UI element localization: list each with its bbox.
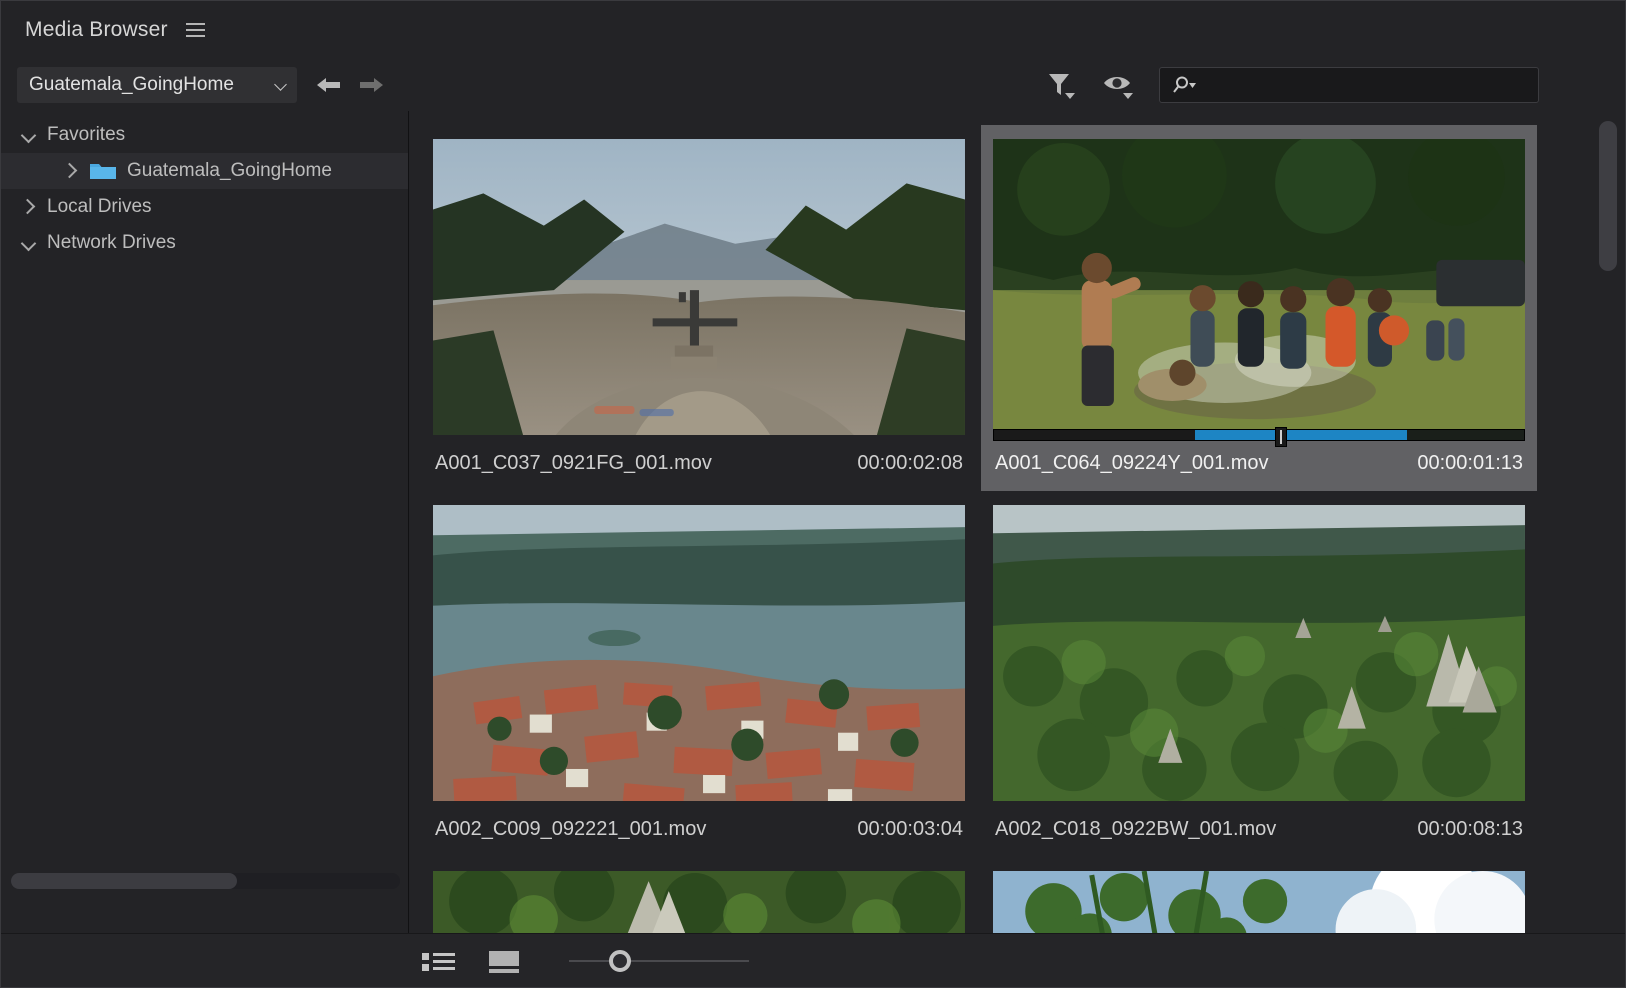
scrub-playhead[interactable] xyxy=(1275,427,1287,447)
panel-body: Favorites Guatemala_GoingHome Local Driv… xyxy=(1,111,1625,933)
sidebar-item-network-drives[interactable]: Network Drives xyxy=(1,225,408,261)
hilltop-cross-thumbnail-image xyxy=(433,139,965,435)
media-duration: 00:00:08:13 xyxy=(1417,818,1523,841)
scrub-bar[interactable] xyxy=(993,429,1525,441)
scrub-segment-played-2 xyxy=(1275,430,1408,440)
aerial-lakeside-town-thumbnail-image xyxy=(433,505,965,801)
toolbar: Guatemala_GoingHome xyxy=(1,59,1625,111)
toolbar-right-group xyxy=(409,67,1625,103)
list-view-icon[interactable] xyxy=(419,945,459,977)
thumbnail[interactable] xyxy=(993,505,1525,801)
sidebar-item-guatemala-goinghome[interactable]: Guatemala_GoingHome xyxy=(1,153,408,189)
aerial-jungle-ruins-thumbnail-image xyxy=(993,505,1525,801)
sidebar-item-label: Local Drives xyxy=(47,196,152,218)
slider-track xyxy=(569,960,749,962)
thumbnail[interactable] xyxy=(433,871,965,933)
nav-arrows xyxy=(315,75,385,95)
sidebar-item-favorites[interactable]: Favorites xyxy=(1,117,408,153)
search-icon xyxy=(1172,75,1200,95)
chevron-down-icon xyxy=(275,79,287,91)
media-grid-scroll: A001_C037_0921FG_001.mov 00:00:02:08 xyxy=(409,111,1625,933)
scrollbar-thumb[interactable] xyxy=(11,873,237,889)
search-input[interactable] xyxy=(1206,77,1530,94)
path-dropdown[interactable]: Guatemala_GoingHome xyxy=(17,67,297,103)
chevron-down-icon[interactable] xyxy=(19,125,39,145)
sidebar: Favorites Guatemala_GoingHome Local Driv… xyxy=(1,111,409,933)
hamburger-icon[interactable] xyxy=(184,21,207,39)
folder-tree: Favorites Guatemala_GoingHome Local Driv… xyxy=(1,111,408,933)
media-card[interactable]: A002_C018_0922BW_001.mov 00:00:08:13 xyxy=(981,491,1537,857)
media-card-meta: A002_C018_0922BW_001.mov 00:00:08:13 xyxy=(993,801,1525,857)
thumbnail-view-icon[interactable] xyxy=(485,945,525,977)
media-grid-panel: A001_C037_0921FG_001.mov 00:00:02:08 xyxy=(409,111,1625,933)
slider-handle[interactable] xyxy=(609,950,631,972)
bottom-toolbar xyxy=(1,933,1625,987)
sky-clouds-foliage-thumbnail-image xyxy=(993,871,1525,933)
media-duration: 00:00:03:04 xyxy=(857,818,963,841)
thumbnail[interactable] xyxy=(433,139,965,435)
media-filename: A002_C018_0922BW_001.mov xyxy=(995,818,1276,841)
media-browser-panel: Media Browser Guatemala_GoingHome xyxy=(0,0,1626,988)
folder-icon xyxy=(89,160,119,182)
children-playing-water-thumbnail-image xyxy=(993,139,1525,435)
thumbnail[interactable] xyxy=(993,871,1525,933)
media-grid: A001_C037_0921FG_001.mov 00:00:02:08 xyxy=(421,125,1625,933)
media-card[interactable] xyxy=(981,857,1537,933)
eye-icon[interactable] xyxy=(1101,68,1137,102)
media-card-meta: A001_C064_09224Y_001.mov 00:00:01:13 xyxy=(993,435,1525,491)
jungle-stone-ruin-thumbnail-image xyxy=(433,871,965,933)
sidebar-horizontal-scrollbar[interactable] xyxy=(11,873,400,889)
thumbnail[interactable] xyxy=(993,139,1525,435)
filter-funnel-icon[interactable] xyxy=(1043,68,1079,102)
scrub-segment-played xyxy=(1195,430,1275,440)
panel-title-bar: Media Browser xyxy=(1,1,1625,59)
media-card-selected[interactable]: A001_C064_09224Y_001.mov 00:00:01:13 xyxy=(981,125,1537,491)
chevron-right-icon[interactable] xyxy=(61,161,81,181)
path-navigation-group: Guatemala_GoingHome xyxy=(1,67,409,103)
sidebar-item-label: Guatemala_GoingHome xyxy=(127,160,332,182)
media-filename: A001_C037_0921FG_001.mov xyxy=(435,452,712,475)
media-card[interactable]: A002_C009_092221_001.mov 00:00:03:04 xyxy=(421,491,977,857)
chevron-down-icon[interactable] xyxy=(19,233,39,253)
search-field[interactable] xyxy=(1159,67,1539,103)
back-arrow-icon[interactable] xyxy=(315,75,343,95)
forward-arrow-icon[interactable] xyxy=(357,75,385,95)
thumbnail[interactable] xyxy=(433,505,965,801)
scrollbar-thumb[interactable] xyxy=(1599,121,1617,271)
scrub-segment-unplayed xyxy=(994,430,1195,440)
sidebar-item-label: Network Drives xyxy=(47,232,176,254)
media-duration: 00:00:01:13 xyxy=(1417,452,1523,475)
media-card[interactable]: A001_C037_0921FG_001.mov 00:00:02:08 xyxy=(421,125,977,491)
media-card-meta: A002_C009_092221_001.mov 00:00:03:04 xyxy=(433,801,965,857)
media-card[interactable] xyxy=(421,857,977,933)
path-dropdown-label: Guatemala_GoingHome xyxy=(29,74,234,96)
grid-vertical-scrollbar[interactable] xyxy=(1599,121,1617,927)
media-filename: A001_C064_09224Y_001.mov xyxy=(995,452,1269,475)
page-title: Media Browser xyxy=(25,18,168,42)
thumbnail-size-slider[interactable] xyxy=(569,947,749,975)
view-controls xyxy=(409,945,749,977)
scrub-segment-remaining xyxy=(1407,430,1524,440)
sidebar-item-label: Favorites xyxy=(47,124,125,146)
media-card-meta: A001_C037_0921FG_001.mov 00:00:02:08 xyxy=(433,435,965,491)
media-duration: 00:00:02:08 xyxy=(857,452,963,475)
chevron-right-icon[interactable] xyxy=(19,197,39,217)
media-filename: A002_C009_092221_001.mov xyxy=(435,818,706,841)
sidebar-item-local-drives[interactable]: Local Drives xyxy=(1,189,408,225)
